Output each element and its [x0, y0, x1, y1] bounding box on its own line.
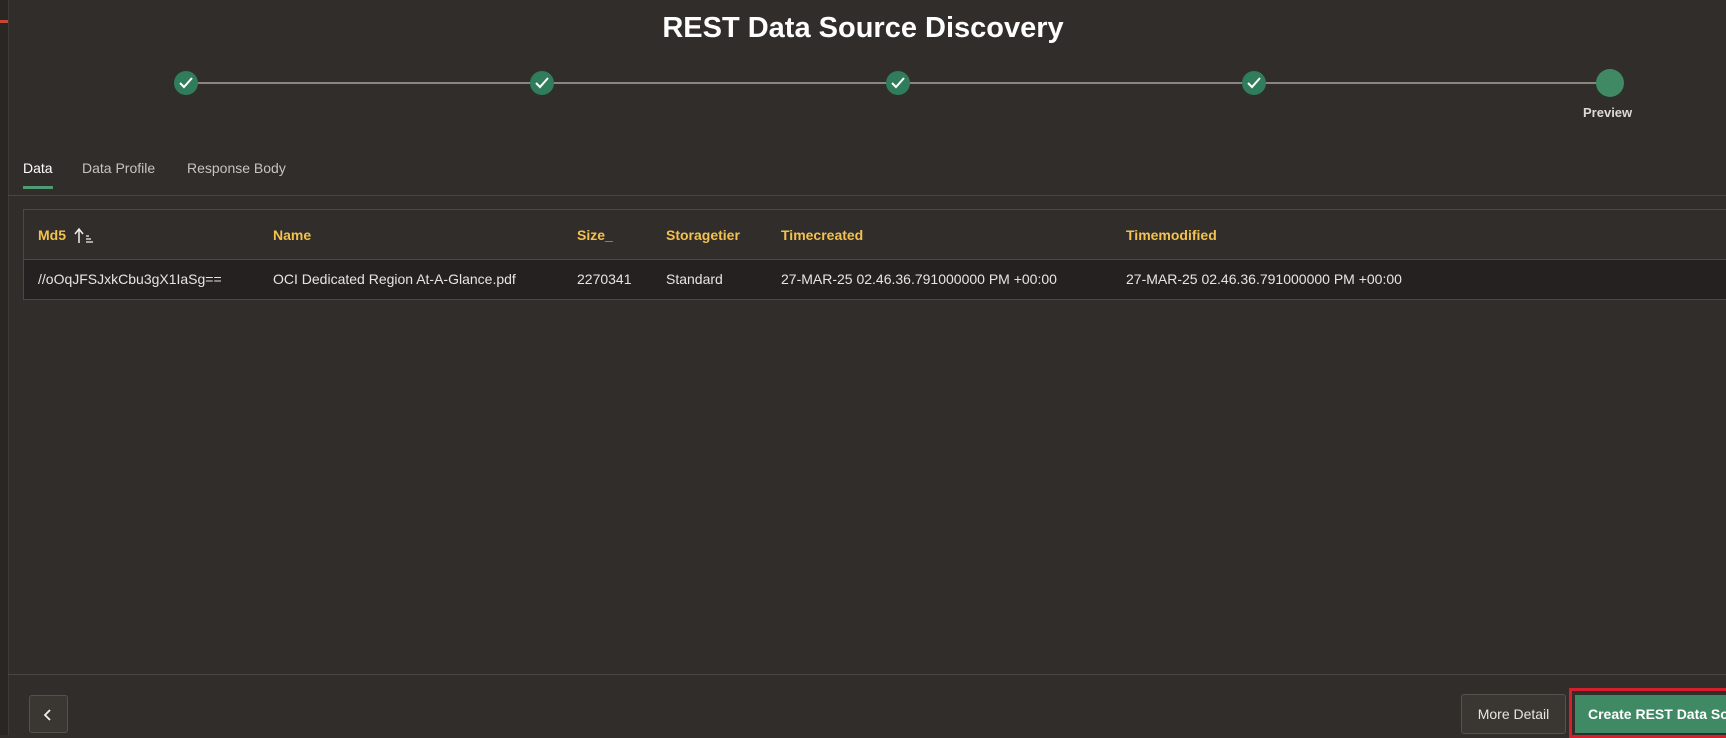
tab-data-profile[interactable]: Data Profile	[82, 160, 155, 186]
tab-response-body[interactable]: Response Body	[187, 160, 286, 186]
wizard-step-5-label: Preview	[1583, 105, 1633, 120]
cell-md5: //oOqJFSJxkCbu3gX1IaSg==	[38, 271, 222, 287]
cell-timecreated: 27-MAR-25 02.46.36.791000000 PM +00:00	[781, 271, 1057, 287]
table-row[interactable]: //oOqJFSJxkCbu3gX1IaSg== OCI Dedicated R…	[24, 260, 1726, 299]
column-header-label: Md5	[38, 227, 66, 243]
tab-data[interactable]: Data	[23, 160, 53, 189]
wizard-step-3[interactable]	[886, 71, 910, 95]
dialog-title: REST Data Source Discovery	[662, 12, 1064, 44]
create-rest-data-source-button[interactable]: Create REST Data Source	[1575, 695, 1726, 733]
sort-ascending-icon	[74, 228, 93, 244]
wizard-step-4[interactable]	[1242, 71, 1266, 95]
wizard-step-2[interactable]	[530, 71, 554, 95]
tabs-divider	[8, 195, 1726, 196]
grid-header-row: Md5 Name Size_ Storagetier Timecreated T…	[24, 210, 1726, 260]
checkmark-icon	[891, 77, 905, 89]
highlight-box: Create REST Data Source	[1569, 688, 1726, 738]
footer-divider	[8, 674, 1726, 675]
cell-storagetier: Standard	[666, 271, 723, 287]
column-header-size[interactable]: Size_	[577, 227, 613, 243]
chevron-left-icon	[43, 709, 51, 721]
column-header-name[interactable]: Name	[273, 227, 311, 243]
wizard-step-5-current	[1596, 69, 1624, 97]
wizard-stepper: Preview	[0, 66, 1726, 136]
column-header-timemodified[interactable]: Timemodified	[1126, 227, 1217, 243]
data-grid: Md5 Name Size_ Storagetier Timecreated T…	[23, 209, 1726, 300]
cell-timemodified: 27-MAR-25 02.46.36.791000000 PM +00:00	[1126, 271, 1402, 287]
checkmark-icon	[1247, 77, 1261, 89]
column-header-md5[interactable]: Md5	[38, 227, 94, 244]
column-header-storagetier[interactable]: Storagetier	[666, 227, 740, 243]
checkmark-icon	[179, 77, 193, 89]
cell-size: 2270341	[577, 271, 632, 287]
previous-button[interactable]	[29, 695, 68, 733]
cell-name: OCI Dedicated Region At-A-Glance.pdf	[273, 271, 516, 287]
checkmark-icon	[535, 77, 549, 89]
more-detail-button[interactable]: More Detail	[1461, 694, 1566, 734]
column-header-timecreated[interactable]: Timecreated	[781, 227, 863, 243]
wizard-step-1[interactable]	[174, 71, 198, 95]
